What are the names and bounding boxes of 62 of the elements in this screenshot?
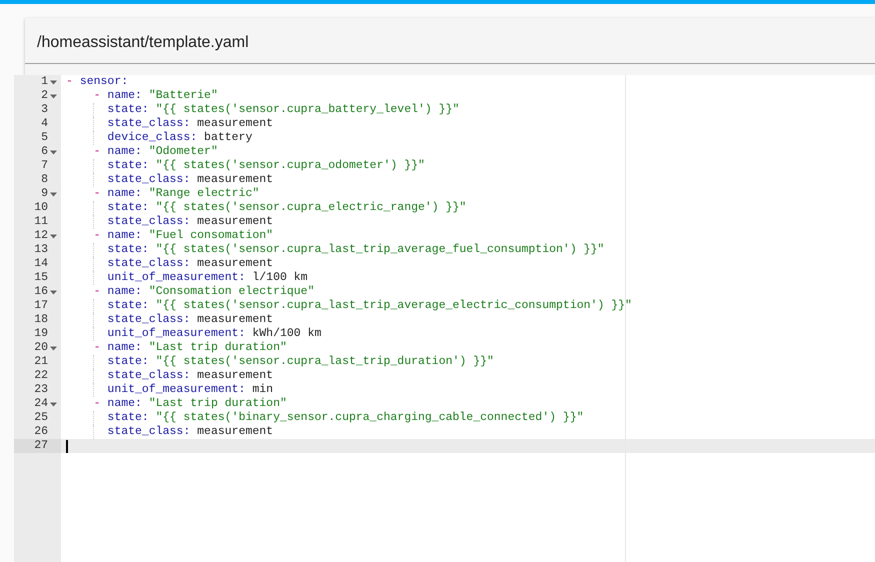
- line-number: 11: [34, 215, 48, 229]
- line-number: 17: [34, 299, 48, 313]
- line-number: 19: [34, 327, 48, 341]
- fold-caret-icon[interactable]: [50, 94, 56, 98]
- code-line: state_class: measurement: [66, 117, 274, 131]
- code-line: state_class: measurement: [66, 257, 274, 271]
- code-line: device_class: battery: [66, 131, 252, 145]
- code-line: state: "{{ states('sensor.cupra_last_trip_average_electric_consumption') }}": [66, 299, 632, 313]
- line-number: 20: [34, 341, 48, 355]
- fold-caret-icon[interactable]: [50, 346, 56, 350]
- code-line: unit_of_measurement: kWh/100 km: [66, 327, 322, 341]
- line-number: 25: [34, 411, 48, 425]
- fold-caret-icon[interactable]: [50, 80, 56, 84]
- code-line: - sensor:: [66, 75, 128, 89]
- line-number: 9: [41, 187, 48, 201]
- file-path-field[interactable]: /homeassistant/template.yaml: [37, 34, 249, 63]
- code-line: state: "{{ states('sensor.cupra_odometer') }}": [66, 159, 425, 173]
- code-line: - name: "Last trip duration": [92, 397, 287, 411]
- line-number: 13: [34, 243, 48, 257]
- code-line: state: "{{ states('sensor.cupra_last_trip_average_fuel_consumption') }}": [66, 243, 604, 257]
- line-number: 2: [41, 89, 48, 103]
- line-number: 27: [34, 439, 48, 453]
- code-line: - name: "Odometer": [92, 145, 218, 159]
- code-line: - name: "Consomation electrique": [92, 285, 314, 299]
- line-number: 4: [41, 117, 48, 131]
- code-line: - name: "Range electric": [92, 187, 260, 201]
- line-number: 8: [41, 173, 48, 187]
- code-line: state_class: measurement: [66, 173, 274, 187]
- line-number: 12: [34, 229, 48, 243]
- line-number: 10: [34, 201, 48, 215]
- code-line: unit_of_measurement: min: [66, 383, 274, 397]
- line-number: 22: [34, 369, 48, 383]
- code-line: - name: "Fuel consomation": [92, 229, 274, 243]
- code-line: state: "{{ states('binary_sensor.cupra_charging_cable_connected') }}": [66, 411, 584, 425]
- line-number: 16: [34, 285, 48, 299]
- fold-caret-icon[interactable]: [50, 290, 56, 294]
- line-number: 3: [41, 103, 48, 117]
- code-line: state_class: measurement: [66, 313, 274, 327]
- text-cursor: [66, 440, 68, 452]
- code-line: state: "{{ states('sensor.cupra_battery_level') }}": [66, 103, 460, 117]
- line-number: 14: [34, 257, 48, 271]
- line-number: 26: [34, 425, 48, 439]
- code-line: state: "{{ states('sensor.cupra_last_trip_duration') }}": [66, 355, 494, 369]
- fold-caret-icon[interactable]: [50, 402, 56, 406]
- code-line: unit_of_measurement: l/100 km: [66, 271, 308, 285]
- fold-caret-icon[interactable]: [50, 234, 56, 238]
- line-number: 1: [41, 75, 48, 89]
- line-number: 5: [41, 131, 48, 145]
- code-line: state: "{{ states('sensor.cupra_electric_range') }}": [66, 201, 466, 215]
- code-line: state_class: measurement: [66, 215, 274, 229]
- code-line: state_class: measurement: [66, 369, 274, 383]
- fold-caret-icon[interactable]: [50, 192, 56, 196]
- line-number: 15: [34, 271, 48, 285]
- line-number: 21: [34, 355, 48, 369]
- code-line: - name: "Last trip duration": [92, 341, 287, 355]
- fold-caret-icon[interactable]: [50, 150, 56, 154]
- line-number: 6: [41, 145, 48, 159]
- line-number: 23: [34, 383, 48, 397]
- line-number: 24: [34, 397, 48, 411]
- code-line: - name: "Batterie": [92, 89, 218, 103]
- line-number: 18: [34, 313, 48, 327]
- line-number: 7: [41, 159, 48, 173]
